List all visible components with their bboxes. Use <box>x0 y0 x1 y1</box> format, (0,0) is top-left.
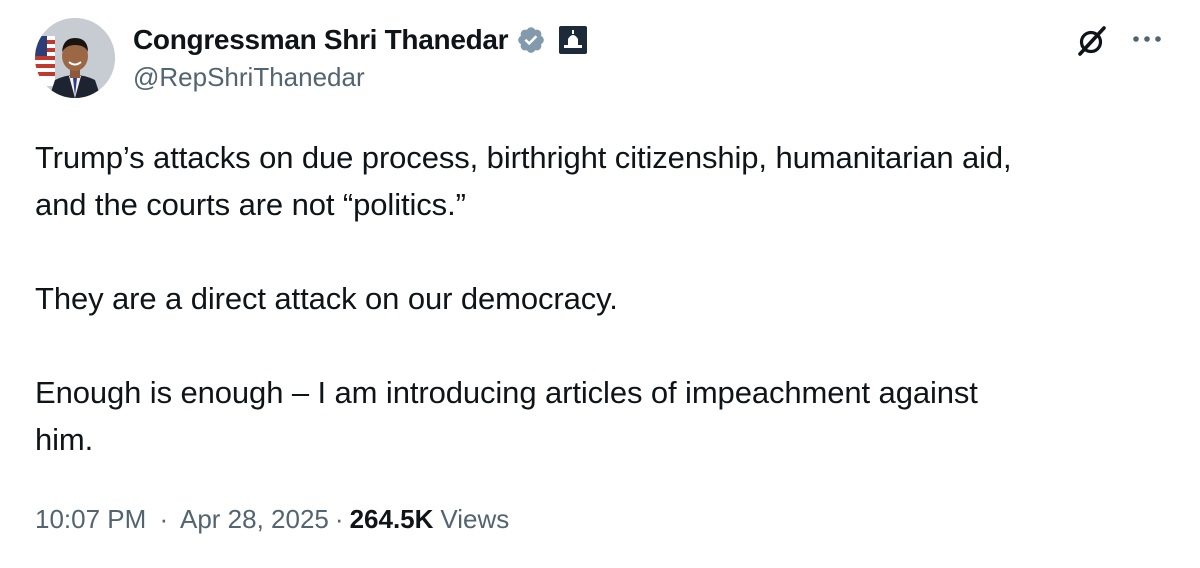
tweet-text: Trump’s attacks on due process, birthrig… <box>35 134 1175 463</box>
tweet-line: him. <box>35 422 94 457</box>
timestamp-link[interactable]: 10:07 PM · Apr 28, 2025 <box>35 504 329 535</box>
tweet-line: Enough is enough – I am introducing arti… <box>35 375 978 410</box>
verified-badge-icon[interactable] <box>516 25 546 55</box>
tweet-time: 10:07 PM <box>35 504 147 534</box>
tweet-line: and the courts are not “politics.” <box>35 187 466 222</box>
grok-icon[interactable] <box>1076 25 1108 57</box>
views-count: 264.5K <box>349 504 434 534</box>
more-options-icon[interactable] <box>1130 26 1164 52</box>
meta-separator: · <box>159 504 169 534</box>
views-label: Views <box>440 504 510 534</box>
tweet-card: Congressman Shri Thanedar @RepShriThaned… <box>0 0 1200 568</box>
author-header: Congressman Shri Thanedar <box>133 20 588 60</box>
tweet-date: Apr 28, 2025 <box>180 504 329 534</box>
tweet-line: Trump’s attacks on due process, birthrig… <box>35 140 1012 175</box>
views-link[interactable]: 264.5K Views <box>350 504 510 535</box>
handle[interactable]: @RepShriThanedar <box>133 62 365 93</box>
capitol-building-icon[interactable] <box>558 25 588 55</box>
display-name[interactable]: Congressman Shri Thanedar <box>133 24 509 56</box>
tweet-paragraph-1: Trump’s attacks on due process, birthrig… <box>35 134 1175 228</box>
tweet-paragraph-3: Enough is enough – I am introducing arti… <box>35 369 1175 463</box>
tweet-paragraph-2: They are a direct attack on our democrac… <box>35 281 618 316</box>
avatar[interactable] <box>35 18 115 98</box>
tweet-meta: 10:07 PM · Apr 28, 2025 · 264.5K Views <box>35 504 509 535</box>
meta-separator: · <box>334 504 344 534</box>
